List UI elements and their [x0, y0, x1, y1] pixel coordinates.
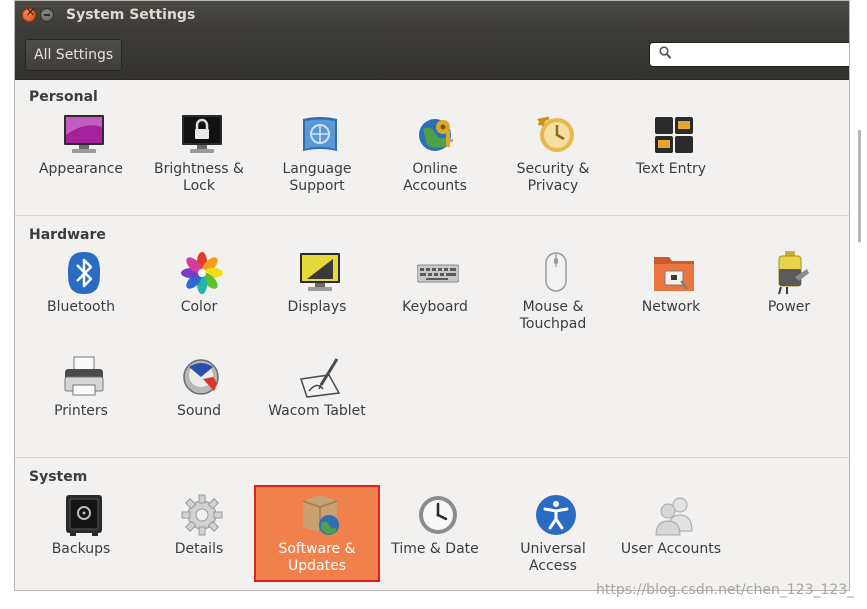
universal-access-icon	[536, 495, 576, 535]
item-bluetooth[interactable]: Bluetooth	[26, 251, 136, 337]
item-color[interactable]: Color	[144, 251, 254, 337]
item-displays[interactable]: Displays	[262, 251, 372, 337]
online-accounts-icon	[419, 119, 453, 151]
item-user-accounts[interactable]: User Accounts	[616, 493, 726, 579]
minimize-window-button[interactable]	[40, 8, 54, 22]
item-label: Wacom Tablet	[268, 403, 366, 419]
item-label: Online Accounts	[403, 161, 467, 194]
item-label: Sound	[176, 403, 222, 419]
close-window-button[interactable]	[22, 5, 36, 22]
item-label: Security & Privacy	[516, 161, 590, 194]
item-label: Power	[767, 299, 811, 315]
color-icon	[181, 252, 223, 294]
appearance-icon	[64, 115, 104, 153]
item-label: Text Entry	[635, 161, 706, 177]
item-brightness-lock[interactable]: Brightness & Lock	[144, 113, 254, 203]
section-title-personal: Personal	[29, 89, 98, 105]
section-divider	[15, 215, 849, 216]
item-label: Printers	[54, 403, 108, 419]
title-bar: System Settings	[15, 1, 849, 31]
all-settings-button[interactable]: All Settings	[25, 39, 123, 71]
item-label: Brightness & Lock	[154, 161, 244, 194]
item-label: Backups	[51, 541, 111, 557]
item-details[interactable]: Details	[144, 493, 254, 579]
sound-icon	[183, 359, 219, 395]
search-icon	[659, 46, 672, 59]
section-divider	[15, 457, 849, 458]
item-label: Mouse & Touchpad	[519, 299, 587, 332]
keyboard-icon	[417, 264, 459, 283]
brightness-lock-icon	[182, 115, 222, 153]
printers-icon	[64, 356, 104, 396]
bluetooth-icon	[68, 252, 100, 294]
scrollbar[interactable]	[858, 130, 861, 242]
item-universal-access[interactable]: Universal Access	[498, 493, 608, 579]
item-online-accounts[interactable]: Online Accounts	[380, 113, 490, 203]
item-security-privacy[interactable]: Security & Privacy	[498, 113, 608, 203]
item-power[interactable]: Power	[734, 251, 844, 337]
item-label: Appearance	[38, 161, 124, 177]
watermark: https://blog.csdn.net/chen_123_123_	[596, 582, 855, 598]
item-label: Language Support	[282, 161, 352, 194]
security-privacy-icon	[537, 116, 574, 152]
item-label: Time & Date	[391, 541, 479, 557]
item-sound[interactable]: Sound	[144, 355, 254, 441]
item-keyboard[interactable]: Keyboard	[380, 251, 490, 337]
item-label: Network	[641, 299, 701, 315]
item-label: Keyboard	[402, 299, 468, 315]
details-icon	[181, 494, 223, 536]
highlight-frame	[254, 485, 380, 582]
item-printers[interactable]: Printers	[26, 355, 136, 441]
text-entry-icon	[655, 117, 693, 153]
item-label: User Accounts	[620, 541, 722, 557]
item-text-entry[interactable]: Text Entry	[616, 113, 726, 203]
item-wacom-tablet[interactable]: Wacom Tablet	[262, 355, 372, 441]
time-date-icon	[419, 496, 457, 534]
section-title-hardware: Hardware	[29, 227, 106, 243]
mouse-touchpad-icon	[545, 252, 567, 292]
section-title-system: System	[29, 469, 88, 485]
item-appearance[interactable]: Appearance	[26, 113, 136, 203]
system-settings-window: System Settings All Settings Personal Ap…	[14, 0, 850, 591]
item-label: Details	[174, 541, 224, 557]
user-accounts-icon	[655, 497, 693, 536]
power-icon	[778, 251, 809, 295]
displays-icon	[300, 253, 340, 291]
item-label: Color	[180, 299, 218, 315]
item-time-date[interactable]: Time & Date	[380, 493, 490, 579]
item-label: Bluetooth	[47, 299, 115, 315]
search-field[interactable]	[649, 42, 849, 67]
item-label: Universal Access	[520, 541, 586, 574]
item-language-support[interactable]: Language Support	[262, 113, 372, 203]
backups-icon	[66, 495, 102, 536]
search-input[interactable]	[676, 45, 849, 66]
language-support-icon	[303, 117, 337, 151]
item-backups[interactable]: Backups	[26, 493, 136, 579]
wacom-tablet-icon	[300, 358, 341, 398]
network-icon	[654, 257, 694, 291]
item-mouse-touchpad[interactable]: Mouse & Touchpad	[498, 251, 608, 337]
item-network[interactable]: Network	[616, 251, 726, 337]
window-title: System Settings	[66, 7, 196, 23]
toolbar: All Settings	[15, 31, 849, 80]
item-label: Displays	[287, 299, 347, 315]
